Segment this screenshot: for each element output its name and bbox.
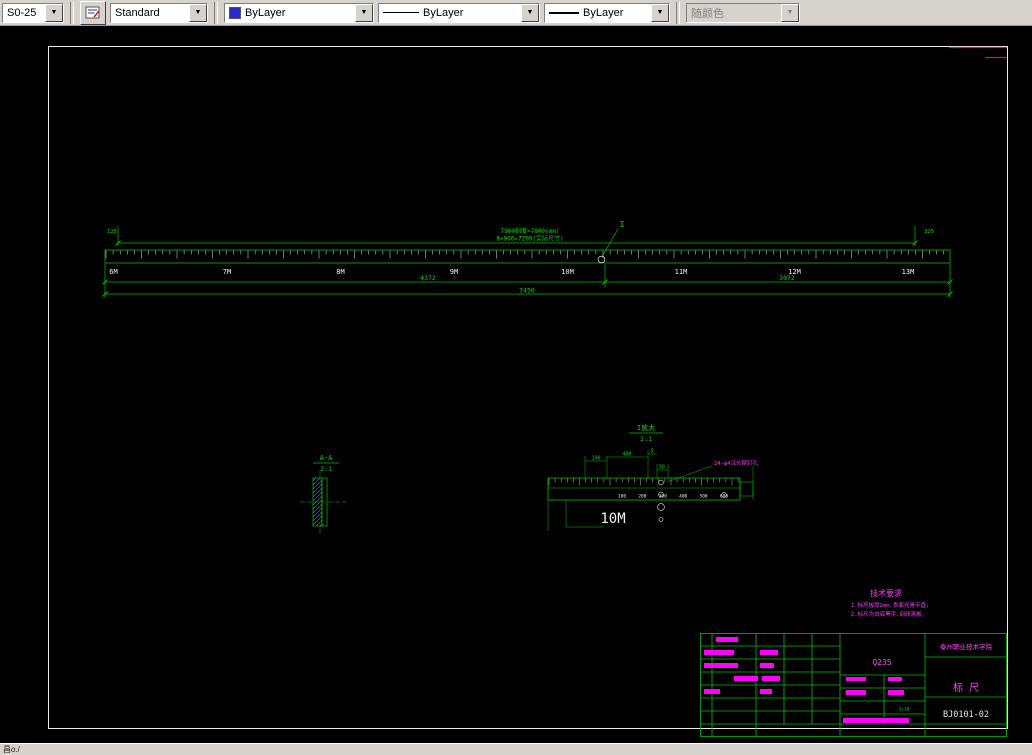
svg-text:13M: 13M [902,268,915,276]
dim-label-1: 7900刻度=7000(mm) [501,227,560,235]
drawing-number: BJ0101-02 [943,710,989,720]
material-label: Q235 [872,658,891,667]
text-style-combo[interactable]: Standard ▼ [110,2,208,23]
detail-circle-marker [597,255,606,264]
text-style-icon [85,6,100,18]
tech-req-title: 技术要求 [870,588,902,598]
lineweight-value: ByLayer [583,6,624,19]
chevron-down-icon[interactable]: ▼ [189,3,207,22]
status-bar: 昌o./ [0,743,1032,755]
model-space-canvas[interactable]: 6M 7M 8M 9M 10M 11M 12M 13M 7900刻度=7000(mm) 8×9… [0,26,1032,743]
svg-text:500: 500 [700,494,708,500]
svg-text:200: 200 [638,494,646,500]
detail-i-scale: 2:1 [640,435,652,443]
color-value: ByLayer [245,6,286,19]
svg-text:400: 400 [679,494,687,500]
title-block-entries [704,637,909,723]
revision-marks [949,46,1007,59]
svg-text:600: 600 [720,494,728,500]
dim-5: 5 [650,449,653,455]
text-style-button[interactable] [80,0,106,25]
toolbar-separator [214,1,218,24]
detail-big-label: 10M [600,511,625,527]
dim-left-end: 125 [107,229,117,235]
dim-400: 400 [622,452,631,458]
detail-ruler-ticks [548,478,739,486]
svg-text:6M: 6M [109,268,117,276]
chevron-down-icon[interactable]: ▼ [355,3,373,22]
dim-right-end: 325 [924,229,934,235]
tech-requirements: 技术要求 1.标尺板厚2mm,表面光滑平直; 2.标尺为白底黑字,刻线清晰。 [851,588,929,618]
svg-text:10M: 10M [561,268,574,276]
linetype-sample-icon [383,12,419,13]
color-combo[interactable]: ByLayer ▼ [224,2,374,23]
ruler-ticks [105,250,945,259]
detail-i: I放大 2:1 190 400 5 58 24-φ4沉头铆钉孔 100 200 30… [547,423,759,531]
drawing: 6M 7M 8M 9M 10M 11M 12M 13M 7900刻度=7000(mm) 8×9… [48,46,1008,737]
plot-style-value: 随颜色 [691,7,724,20]
main-ruler-drawing: 6M 7M 8M 9M 10M 11M 12M 13M 7900刻度=7000(mm) 8×9… [102,220,953,298]
svg-text:11M: 11M [675,268,688,276]
dim-label-2: 8×900=7200(实际尺寸) [496,235,563,243]
svg-text:7M: 7M [223,268,231,276]
status-text: 昌o./ [3,745,20,754]
dim-4372: 4372 [420,274,436,282]
dim-58: 58 [659,465,665,471]
properties-toolbar: S0-25 ▼ Standard ▼ ByLayer ▼ ByLayer ▼ B… [0,0,1032,26]
dim-style-combo[interactable]: S0-25 ▼ [2,2,64,23]
dim-7450: 7450 [519,287,535,295]
svg-text:100: 100 [618,494,626,500]
chevron-down-icon[interactable]: ▼ [45,3,63,22]
detail-aa-title: A-A [320,454,333,462]
dim-190: 190 [591,456,600,462]
chevron-down-icon[interactable]: ▼ [651,3,669,22]
lineweight-combo[interactable]: ByLayer ▼ [544,2,670,23]
rivet-holes [657,479,727,522]
tech-req-line1: 1.标尺板厚2mm,表面光滑平直; [851,601,929,609]
color-swatch [229,6,241,19]
dim-3072: 3072 [779,274,795,282]
title-block: Q235 泰州职业技术学院 标 尺 BJ0101-02 1:10 [700,633,1007,737]
chevron-down-icon: ▼ [781,3,799,22]
part-name: 标 尺 [953,682,979,694]
detail-i-title: I放大 [637,423,655,432]
drawing-frame [48,46,1008,729]
detail-aa: A-A 2:1 [300,454,346,534]
detail-marker-label: I [620,220,625,229]
svg-text:9M: 9M [450,268,458,276]
dim-style-value: S0-25 [7,6,37,19]
toolbar-separator [676,1,680,24]
svg-text:8M: 8M [336,268,344,276]
toolbar-separator [70,1,74,24]
chevron-down-icon[interactable]: ▼ [521,3,539,22]
hole-note: 24-φ4沉头铆钉孔 [714,459,759,467]
detail-aa-scale: 2:1 [320,465,332,473]
linetype-value: ByLayer [423,6,464,19]
drawing-scale: 1:10 [899,707,910,713]
detail-scale-numbers: 100 200 300 400 500 600 [618,494,728,500]
text-style-value: Standard [115,6,160,19]
tech-req-line2: 2.标尺为白底黑字,刻线清晰。 [851,610,927,618]
school-name: 泰州职业技术学院 [940,642,993,651]
app-window: { "toolbar": { "dim_style": "S0-25", "te… [0,0,1032,755]
plot-style-combo: 随颜色 ▼ [686,2,800,23]
linetype-combo[interactable]: ByLayer ▼ [378,2,540,23]
lineweight-sample-icon [549,11,579,14]
